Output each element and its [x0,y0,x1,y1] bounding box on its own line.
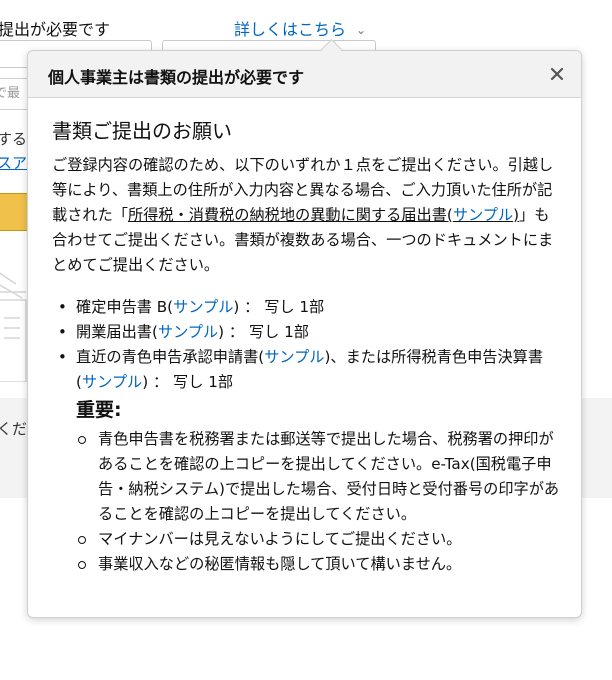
list-item: • 確定申告書 B(サンプル) ： 写し 1部 [52,295,561,320]
relocation-form-link[interactable]: 所得税・消費税の納税地の異動に関する届出書(サンプル) [128,206,519,224]
section-heading: 書類ご提出のお願い [52,119,232,143]
popover-header: 個人事業主は書類の提出が必要です [28,51,581,98]
note-text: 事業収入などの秘匿情報も隠して頂いて構いません。 [98,555,462,573]
info-popover: 個人事業主は書類の提出が必要です 書類ご提出のお願い ご登録内容の確認のため、以… [27,50,582,618]
list-item: • 直近の青色申告承認申請書(サンプル)、または所得税青色申告決算書(サンプル) … [52,345,561,395]
circle-bullet-icon [78,561,86,569]
popover-title: 個人事業主は書類の提出が必要です [48,68,305,87]
bullet-icon: • [58,323,67,341]
details-link-label[interactable]: 詳しくはこちら [234,20,346,39]
note-text: マイナンバーは見えないようにしてご提出ください。 [98,530,462,548]
document-name: 開業届出書( [76,323,158,341]
sample-link[interactable]: サンプル [173,298,233,316]
list-item: 事業収入などの秘匿情報も隠して頂いて構いません。 [76,552,561,577]
chevron-down-icon[interactable]: ⌄ [356,23,366,37]
important-heading: 重要: [76,399,122,421]
background-text-fragment: する [0,130,28,148]
note-text: 青色申告書を税務署または郵送等で提出した場合、税務署の押印があることを確認の上コ… [98,430,560,523]
document-name: 直近の青色申告承認申請書( [76,348,265,366]
important-notes-list: 青色申告書を税務署または郵送等で提出した場合、税務署の押印があることを確認の上コ… [52,427,561,577]
document-quantity: ) ： 写し 1部 [142,373,234,391]
relocation-form-name[interactable]: 所得税・消費税の納税地の異動に関する届出書 [128,206,447,224]
list-item: 青色申告書を税務署または郵送等で提出した場合、税務署の押印があることを確認の上コ… [76,427,561,527]
details-dropdown-link[interactable]: 詳しくはこちら ⌄ [234,16,366,40]
relocation-form-sample-link[interactable]: サンプル [453,206,513,224]
circle-bullet-icon [78,536,86,544]
sample-link[interactable]: サンプル [82,373,142,391]
document-quantity: ) ： 写し 1部 [233,298,325,316]
bullet-icon: • [58,348,67,366]
background-notice-text: 提出が必要です [0,20,111,39]
intro-paragraph: ご登録内容の確認のため、以下のいずれか１点をご提出ください。引越し等により、書類… [52,153,561,278]
popover-body: 書類ご提出のお願い ご登録内容の確認のため、以下のいずれか１点をご提出ください。… [28,98,581,577]
background-link-fragment[interactable]: スア [0,152,29,173]
background-text-fragment: くだ [0,420,28,438]
list-item: マイナンバーは見えないようにしてご提出ください。 [76,527,561,552]
sample-link[interactable]: サンプル [264,348,324,366]
bullet-icon: • [58,298,67,316]
document-illustration-icon [0,272,27,382]
sample-link[interactable]: サンプル [158,323,218,341]
close-icon[interactable] [547,64,567,84]
document-list: • 確定申告書 B(サンプル) ： 写し 1部 • 開業届出書(サンプル) ： 写し… [52,295,561,395]
document-quantity: ) ： 写し 1部 [218,323,309,341]
document-name: 確定申告書 B( [76,298,174,316]
circle-bullet-icon [78,436,86,444]
list-item: • 開業届出書(サンプル) ： 写し 1部 [52,320,561,345]
